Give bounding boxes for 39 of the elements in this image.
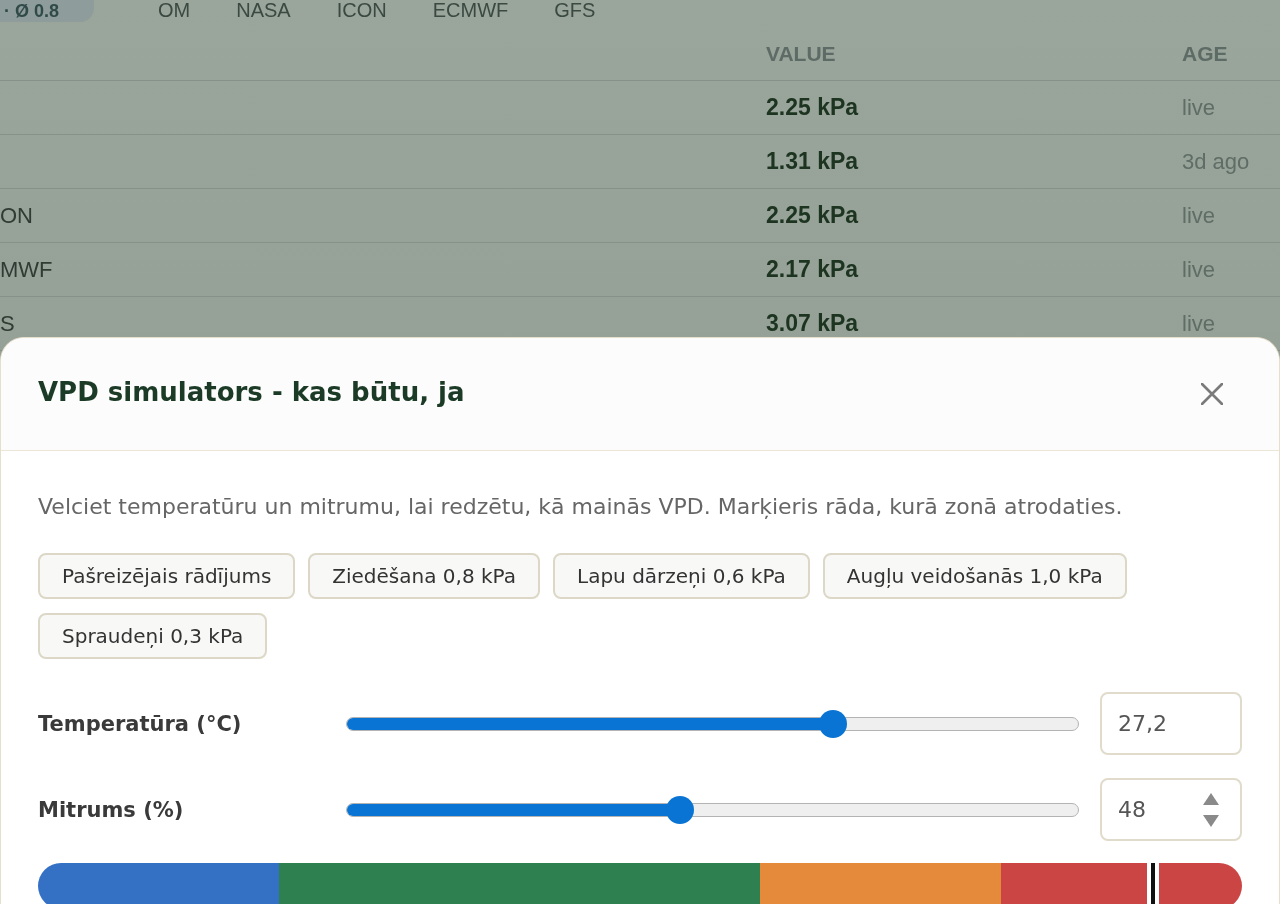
preset-button[interactable]: Spraudeņi 0,3 kPa bbox=[38, 613, 268, 659]
column-header: VALUE bbox=[766, 41, 836, 66]
stepper-icon[interactable] bbox=[1202, 791, 1220, 828]
table-cell: live bbox=[1182, 256, 1215, 283]
source-tab[interactable]: GFS bbox=[554, 0, 596, 20]
summary-pill: · Ø 0.8 bbox=[0, 0, 94, 22]
preset-button[interactable]: Augļu veidošanās 1,0 kPa bbox=[822, 553, 1127, 599]
close-button[interactable] bbox=[1199, 381, 1225, 407]
dialog-title: VPD simulators - kas būtu, ja bbox=[38, 377, 465, 407]
source-tab[interactable]: ECMWF bbox=[432, 0, 509, 20]
table-cell: S bbox=[0, 310, 15, 337]
slider-thumb[interactable] bbox=[818, 709, 847, 738]
preset-button[interactable]: Lapu dārzeņi 0,6 kPa bbox=[553, 553, 810, 599]
table-cell: 1.31 kPa bbox=[766, 148, 859, 175]
source-tab[interactable]: ICON bbox=[336, 0, 387, 20]
table-cell: 3.07 kPa bbox=[766, 310, 859, 337]
column-header: AGE bbox=[1182, 41, 1228, 66]
table-cell: live bbox=[1182, 94, 1215, 121]
table-cell: live bbox=[1182, 202, 1215, 229]
preset-button[interactable]: Pašreizējais rādījums bbox=[38, 553, 296, 599]
table-cell: 2.25 kPa bbox=[766, 94, 859, 121]
table-cell: MWF bbox=[0, 256, 53, 283]
slider-label: Mitrums (%) bbox=[38, 797, 185, 822]
table-cell: ON bbox=[0, 202, 33, 229]
close-icon bbox=[1201, 383, 1223, 405]
slider-label: Temperatūra (°C) bbox=[38, 711, 243, 736]
table-cell: 2.25 kPa bbox=[766, 202, 859, 229]
number-field[interactable]: 48 bbox=[1100, 778, 1242, 841]
table-cell: live bbox=[1182, 310, 1215, 337]
description-text: Velciet temperatūru un mitrumu, lai redzētu, kā mainās VPD. Marķieris rāda, kurā zonā atrodaties. bbox=[38, 493, 1124, 521]
slider-track[interactable] bbox=[346, 716, 1079, 731]
source-tab[interactable]: OM bbox=[158, 0, 191, 20]
slider-thumb[interactable] bbox=[666, 795, 695, 824]
number-field[interactable]: 27,2 bbox=[1100, 692, 1242, 755]
table-cell: 2.17 kPa bbox=[766, 256, 859, 283]
table-cell: 3d ago bbox=[1182, 148, 1250, 175]
slider-track[interactable] bbox=[346, 802, 1079, 817]
preset-button[interactable]: Ziedēšana 0,8 kPa bbox=[308, 553, 540, 599]
source-tab[interactable]: NASA bbox=[236, 0, 291, 20]
